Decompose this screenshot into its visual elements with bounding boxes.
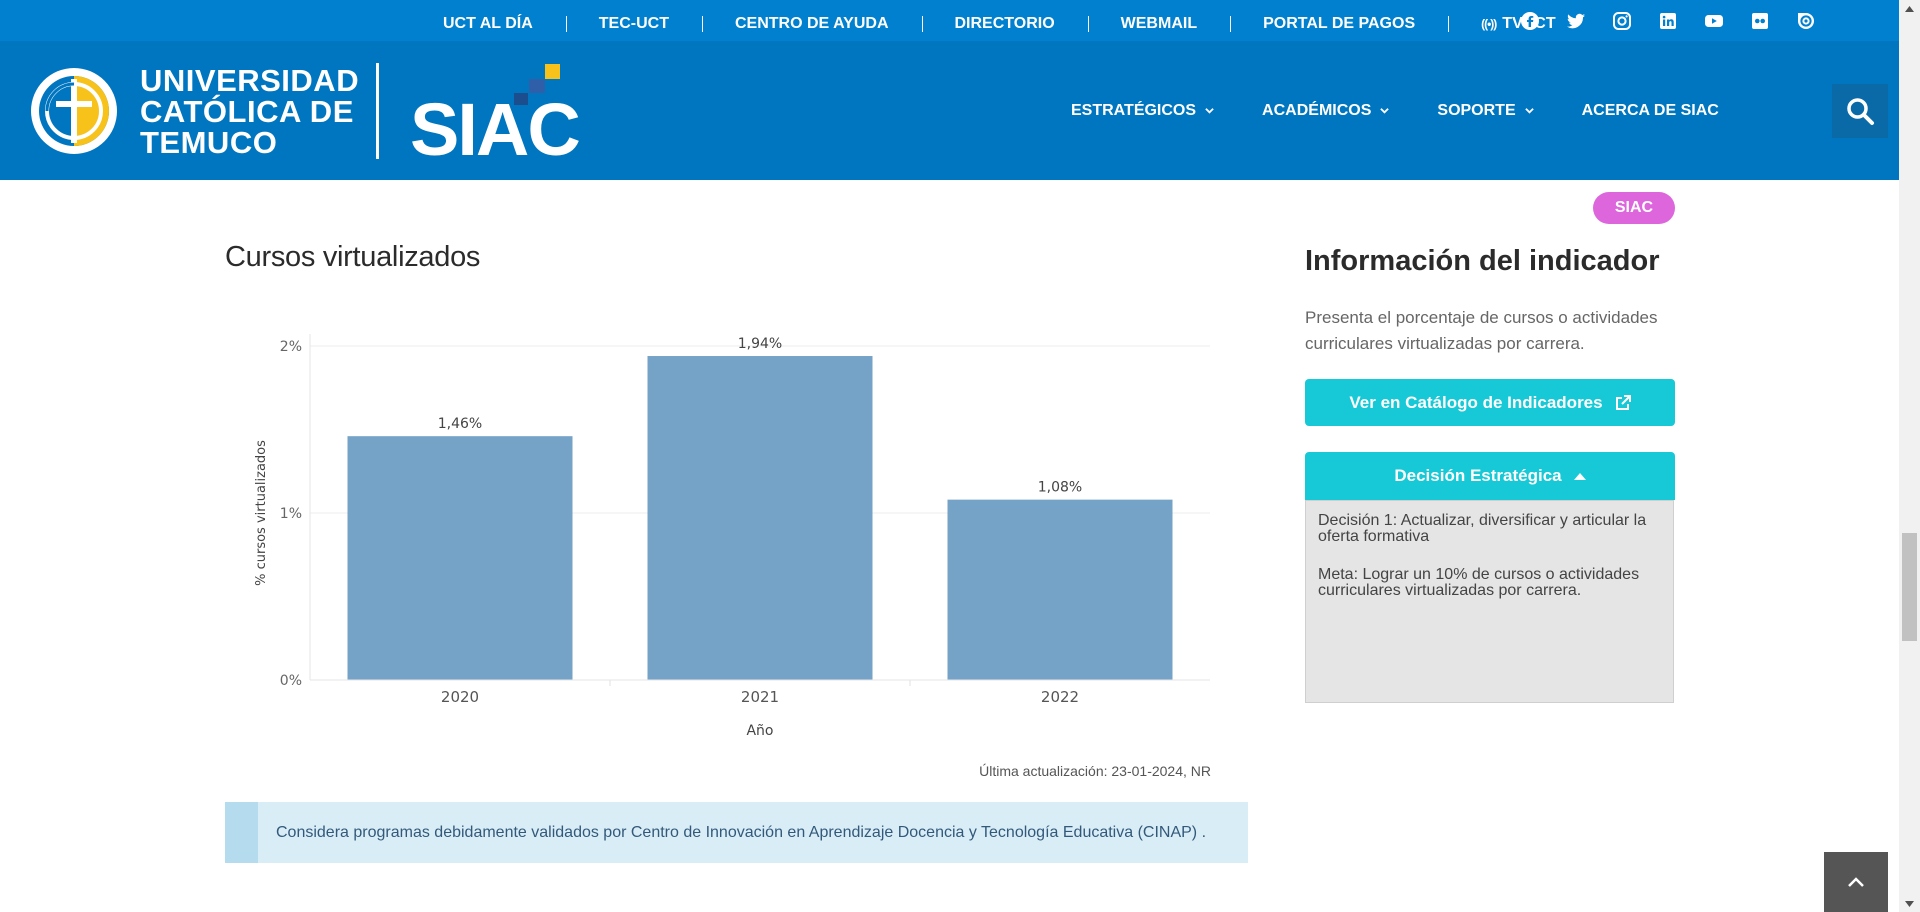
arrow-up-icon	[1905, 5, 1914, 12]
site-header: UNIVERSIDAD CATÓLICA DE TEMUCO SIAC ESTR…	[0, 41, 1899, 180]
y-tick-label: 1%	[280, 506, 302, 522]
scrollbar-thumb[interactable]	[1902, 533, 1917, 641]
x-tick-label: 2021	[741, 688, 779, 706]
main-nav: ESTRATÉGICOS ACADÉMICOS SOPORTE ACERCA D…	[1047, 41, 1743, 180]
y-axis-label: % cursos virtualizados	[254, 440, 269, 586]
instagram-icon[interactable]	[1608, 7, 1636, 35]
university-name-line-1: UNIVERSIDAD	[140, 62, 360, 98]
youtube-icon[interactable]	[1700, 7, 1728, 35]
indicator-info-title: Información del indicador	[1305, 245, 1660, 277]
svg-text:SIAC: SIAC	[410, 88, 579, 159]
y-tick-label: 0%	[280, 673, 302, 689]
decision-text: Decisión 1: Actualizar, diversificar y a…	[1318, 512, 1647, 545]
x-tick-label: 2020	[441, 688, 479, 706]
link-portal-de-pagos[interactable]: PORTAL DE PAGOS	[1230, 0, 1448, 41]
nav-estrategicos-label: ESTRATÉGICOS	[1071, 101, 1197, 119]
back-to-top-button[interactable]	[1824, 852, 1888, 912]
university-name-line-3: TEMUCO	[140, 124, 278, 160]
linkedin-icon[interactable]	[1654, 7, 1682, 35]
utility-links: UCT AL DÍA TEC-UCT CENTRO DE AYUDA DIREC…	[410, 0, 1589, 41]
vertical-scrollbar[interactable]	[1899, 0, 1920, 912]
external-link-icon	[1615, 394, 1631, 410]
accordion-body: Decisión 1: Actualizar, diversificar y a…	[1305, 500, 1674, 703]
page: UCT AL DÍA TEC-UCT CENTRO DE AYUDA DIREC…	[0, 0, 1920, 912]
bar-chart: 0% 1% 2% % cursos virtualizados 1,46% 2020 1,9…	[254, 334, 1210, 739]
nav-acerca-de-siac[interactable]: ACERCA DE SIAC	[1558, 102, 1743, 120]
nav-academicos[interactable]: ACADÉMICOS	[1238, 102, 1413, 120]
goal-text: Meta: Lograr un 10% de cursos o activida…	[1318, 566, 1640, 599]
siac-badge: SIAC	[1593, 192, 1675, 224]
accordion-title: Decisión Estratégica	[1394, 466, 1562, 485]
data-label: 1,46%	[438, 416, 482, 432]
strategic-decision-accordion[interactable]: Decisión Estratégica	[1305, 452, 1675, 500]
brand-divider	[376, 63, 379, 159]
scroll-down-arrow[interactable]	[1899, 895, 1920, 912]
search-icon	[1847, 98, 1874, 125]
catalog-button-label: Ver en Catálogo de Indicadores	[1349, 392, 1603, 412]
search-button[interactable]	[1832, 84, 1888, 138]
x-tick-label: 2022	[1041, 688, 1079, 706]
catalog-button[interactable]: Ver en Catálogo de Indicadores	[1305, 379, 1675, 426]
bar-2022	[947, 499, 1173, 680]
info-note-text: Considera programas debidamente validado…	[276, 824, 1207, 841]
link-directorio[interactable]: DIRECTORIO	[921, 0, 1088, 41]
link-centro-de-ayuda[interactable]: CENTRO DE AYUDA	[702, 0, 922, 41]
utility-bar: UCT AL DÍA TEC-UCT CENTRO DE AYUDA DIREC…	[0, 0, 1899, 41]
scroll-up-arrow[interactable]	[1899, 0, 1920, 17]
link-uct-al-dia[interactable]: UCT AL DÍA	[410, 0, 566, 41]
info-note: Considera programas debidamente validado…	[225, 802, 1248, 863]
data-label: 1,94%	[738, 336, 782, 352]
twitter-icon[interactable]	[1562, 7, 1590, 35]
university-name: UNIVERSIDAD CATÓLICA DE TEMUCO	[140, 65, 359, 158]
data-label: 1,08%	[1038, 480, 1082, 496]
nav-academicos-label: ACADÉMICOS	[1262, 101, 1372, 119]
link-tec-uct[interactable]: TEC-UCT	[565, 0, 702, 41]
nav-acerca-de-siac-label: ACERCA DE SIAC	[1581, 101, 1719, 119]
nav-estrategicos[interactable]: ESTRATÉGICOS	[1047, 102, 1238, 120]
nav-soporte-label: SOPORTE	[1437, 101, 1516, 119]
university-name-line-2: CATÓLICA DE	[140, 93, 354, 129]
facebook-icon[interactable]	[1516, 7, 1544, 35]
chevron-down-icon	[1380, 108, 1390, 114]
link-webmail[interactable]: WEBMAIL	[1087, 0, 1230, 41]
indicator-description: Presenta el porcentaje de cursos o activ…	[1305, 308, 1658, 353]
bar-2020	[347, 436, 573, 680]
info-note-bar	[225, 802, 258, 863]
bar-2021	[647, 356, 873, 680]
chevron-up-icon	[1848, 877, 1864, 887]
uct-brand[interactable]: UNIVERSIDAD CATÓLICA DE TEMUCO	[28, 61, 359, 161]
social-links	[1516, 7, 1838, 35]
flickr-icon[interactable]	[1746, 7, 1774, 35]
chevron-down-icon	[1524, 108, 1534, 114]
caret-up-icon	[1573, 472, 1586, 480]
nav-soporte[interactable]: SOPORTE	[1413, 102, 1557, 120]
arrow-down-icon	[1905, 900, 1914, 907]
last-updated: Última actualización: 23-01-2024, NR	[979, 763, 1211, 779]
uct-logo	[31, 68, 117, 154]
chart-title: Cursos virtualizados	[225, 241, 481, 273]
y-tick-label: 2%	[280, 339, 302, 355]
siac-logo[interactable]: SIAC	[410, 59, 590, 159]
x-axis-label: Año	[746, 723, 773, 739]
chevron-down-icon	[1205, 108, 1214, 114]
issuu-icon[interactable]	[1792, 7, 1820, 35]
